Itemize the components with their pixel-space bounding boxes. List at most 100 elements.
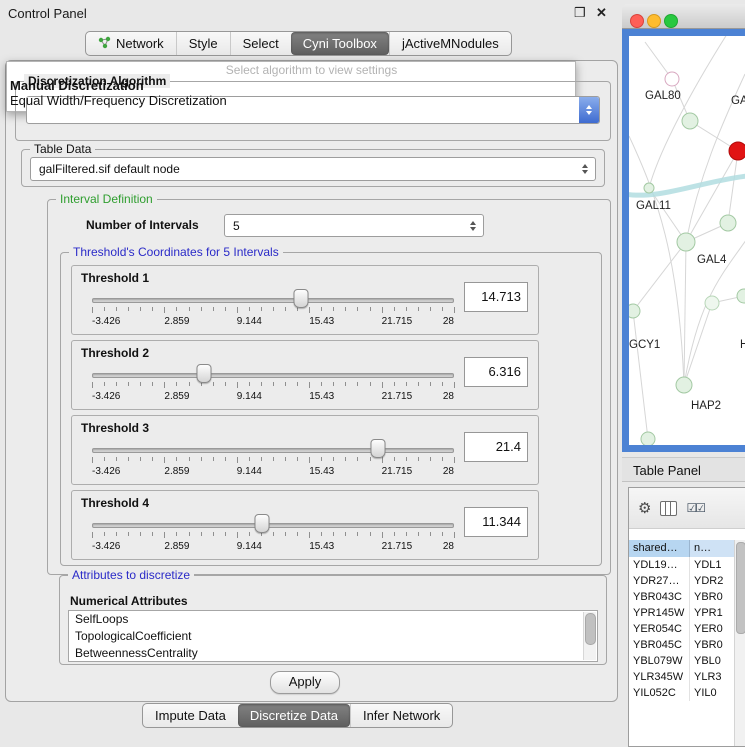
- threshold-3-slider[interactable]: -3.426 2.859 9.144 15.43 21.715 28: [92, 436, 454, 480]
- table-scrollbar[interactable]: [734, 540, 745, 746]
- network-node[interactable]: [737, 289, 745, 303]
- threshold-4-value[interactable]: 11.344: [464, 507, 528, 537]
- popup-option-equal-width-frequency[interactable]: Equal Width/Frequency Discretization: [10, 93, 227, 108]
- float-window-icon[interactable]: ❒: [574, 5, 586, 21]
- network-node[interactable]: [641, 432, 655, 445]
- scale-label: 9.144: [237, 391, 262, 402]
- tab-network[interactable]: Network: [86, 32, 176, 55]
- number-of-intervals-combobox[interactable]: 5: [224, 214, 484, 237]
- tab-label: Select: [243, 36, 279, 51]
- list-item[interactable]: SelfLoops: [69, 611, 597, 628]
- slider-handle[interactable]: [197, 364, 212, 383]
- popup-option-manual-discretization[interactable]: Manual Discretization: [10, 78, 144, 93]
- scale-label: 21.715: [382, 391, 413, 402]
- network-node[interactable]: [629, 304, 640, 318]
- group-title: Interval Definition: [56, 192, 157, 206]
- table-row[interactable]: YIL052CYIL0: [629, 685, 745, 701]
- threshold-4-slider[interactable]: -3.426 2.859 9.144 15.43 21.715 28: [92, 511, 454, 555]
- node-label: GAL11: [636, 200, 671, 212]
- tab-discretize-data[interactable]: Discretize Data: [238, 704, 350, 727]
- table-row[interactable]: YER054CYER0: [629, 621, 745, 637]
- slider-track[interactable]: [92, 523, 454, 528]
- tab-impute-data[interactable]: Impute Data: [143, 704, 238, 727]
- threshold-label: Threshold 1: [81, 271, 149, 285]
- scale-label: 2.859: [164, 391, 189, 402]
- table-row[interactable]: YPR145WYPR1: [629, 605, 745, 621]
- list-scrollbar[interactable]: [583, 612, 596, 660]
- tab-cyni-toolbox[interactable]: Cyni Toolbox: [291, 32, 389, 55]
- tab-label: jActiveMNodules: [402, 36, 499, 51]
- scale-label: 28: [443, 316, 454, 327]
- threshold-2-value[interactable]: 6.316: [464, 357, 528, 387]
- threshold-1-value[interactable]: 14.713: [464, 282, 528, 312]
- network-node[interactable]: [665, 72, 679, 86]
- slider-track[interactable]: [92, 448, 454, 453]
- combo-arrows-icon: [579, 97, 599, 123]
- threshold-label: Threshold 4: [81, 496, 149, 510]
- table-data-combobox[interactable]: galFiltered.sif default node: [30, 157, 596, 181]
- tab-jactivemnodules[interactable]: jActiveMNodules: [389, 32, 511, 55]
- threshold-2-slider[interactable]: -3.426 2.859 9.144 15.43 21.715 28: [92, 361, 454, 405]
- slider-handle[interactable]: [293, 289, 308, 308]
- tab-select[interactable]: Select: [230, 32, 291, 55]
- cyni-toolbox-panel: Discretization Algorithm Table Data galF…: [5, 60, 618, 702]
- table-cell: YBR043C: [629, 589, 690, 605]
- table-row[interactable]: YBR045CYBR0: [629, 637, 745, 653]
- network-window-titlebar[interactable]: [622, 4, 745, 29]
- network-node[interactable]: [676, 377, 692, 393]
- network-node[interactable]: [705, 296, 719, 310]
- network-node[interactable]: [720, 215, 736, 231]
- table-row[interactable]: YDR27…YDR2: [629, 573, 745, 589]
- tab-label: Network: [116, 36, 164, 51]
- tab-infer-network[interactable]: Infer Network: [350, 704, 452, 727]
- column-header-shared-name[interactable]: shared…: [629, 540, 690, 557]
- table-cell: YIL052C: [629, 685, 690, 701]
- scale-label: 28: [443, 466, 454, 477]
- combo-arrows-icon: [466, 221, 480, 231]
- table-cell: YBL079W: [629, 653, 690, 669]
- scale-label: -3.426: [92, 316, 120, 327]
- network-node[interactable]: [644, 183, 654, 193]
- scrollbar-thumb[interactable]: [736, 542, 745, 634]
- table-cell: YDL19…: [629, 557, 690, 573]
- close-panel-icon[interactable]: ✕: [596, 5, 607, 21]
- network-node[interactable]: [682, 113, 698, 129]
- threshold-3-value[interactable]: 21.4: [464, 432, 528, 462]
- group-title: Threshold's Coordinates for 5 Intervals: [69, 245, 283, 259]
- scrollbar-thumb[interactable]: [585, 613, 596, 645]
- network-node[interactable]: [677, 233, 695, 251]
- list-item[interactable]: TopologicalCoefficient: [69, 628, 597, 645]
- threshold-1-row: Threshold 1 -3.426 2.859 9.144 15.43 21.…: [71, 265, 539, 335]
- slider-track[interactable]: [92, 373, 454, 378]
- network-node-selected[interactable]: [729, 142, 745, 160]
- top-tabstrip: Network Style Select Cyni Toolbox jActiv…: [85, 31, 512, 56]
- table-row[interactable]: YBR043CYBR0: [629, 589, 745, 605]
- network-view-window: GAL80 GA GAL11 GAL4 GCY1 H HAP2: [622, 4, 745, 452]
- zoom-light-icon[interactable]: [664, 14, 678, 28]
- scale-label: 9.144: [237, 316, 262, 327]
- slider-handle[interactable]: [370, 439, 385, 458]
- minimize-light-icon[interactable]: [647, 14, 661, 28]
- slider-track[interactable]: [92, 298, 454, 303]
- table-row[interactable]: YDL19…YDL1: [629, 557, 745, 573]
- list-item[interactable]: BetweennessCentrality: [69, 645, 597, 662]
- node-label-partial: H: [740, 339, 745, 351]
- threshold-4-row: Threshold 4 -3.426 2.859 9.144 15.43 21.…: [71, 490, 539, 560]
- close-light-icon[interactable]: [630, 14, 644, 28]
- scale-label: -3.426: [92, 541, 120, 552]
- network-canvas[interactable]: GAL80 GA GAL11 GAL4 GCY1 H HAP2: [629, 36, 745, 445]
- scale-label: 2.859: [164, 466, 189, 477]
- threshold-1-slider[interactable]: -3.426 2.859 9.144 15.43 21.715 28: [92, 286, 454, 330]
- select-rows-icon[interactable]: ☑☑: [686, 501, 704, 515]
- table-panel-window: ⚙ ☑☑ shared… n… YDL19…YDL1YDR27…YDR2YBR0…: [628, 487, 745, 747]
- apply-button[interactable]: Apply: [270, 671, 340, 694]
- table-row[interactable]: YLR345WYLR3: [629, 669, 745, 685]
- slider-scale: -3.426 2.859 9.144 15.43 21.715 28: [92, 466, 454, 478]
- gear-icon[interactable]: ⚙: [638, 501, 651, 516]
- columns-icon[interactable]: [660, 501, 677, 516]
- slider-handle[interactable]: [255, 514, 270, 533]
- table-row[interactable]: YBL079WYBL0: [629, 653, 745, 669]
- tab-style[interactable]: Style: [176, 32, 230, 55]
- table-cell: YLR345W: [629, 669, 690, 685]
- combo-value: 5: [225, 219, 466, 233]
